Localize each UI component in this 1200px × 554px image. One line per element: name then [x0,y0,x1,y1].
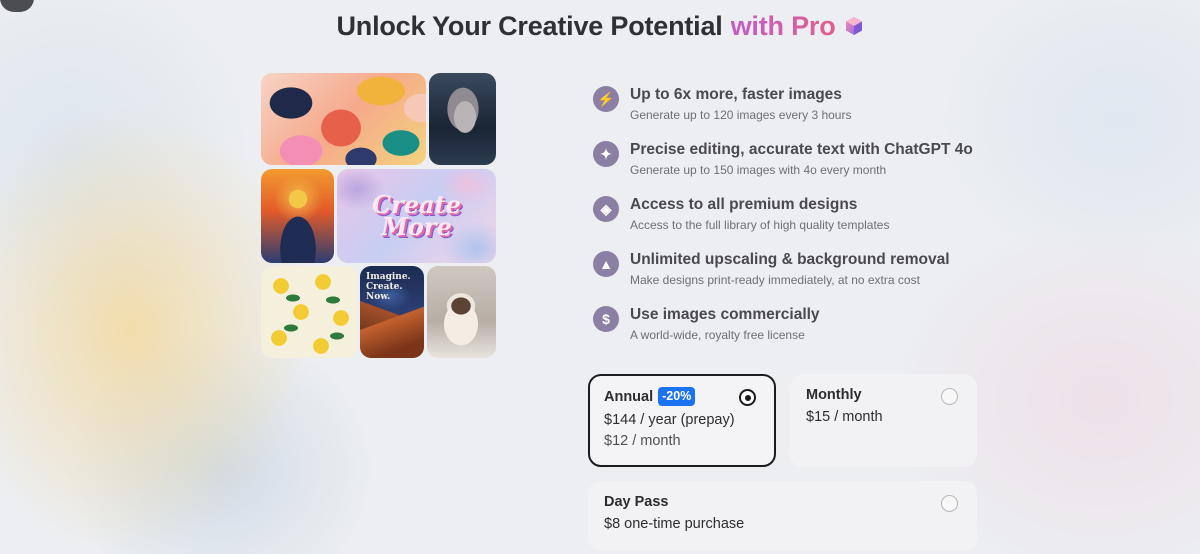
page-title-accent: with Pro [730,10,836,41]
plan-monthly-radio[interactable] [941,388,958,405]
feature-title: Use images commercially [630,306,820,323]
feature-desc: Generate up to 120 images every 3 hours [630,108,852,122]
page-title: Unlock Your Creative Potential with Pro [0,8,1200,44]
dollar-icon: $ [593,306,619,332]
feature-title: Access to all premium designs [630,196,858,213]
feature-title: Unlimited upscaling & background removal [630,251,950,268]
lemon-pattern-image [261,266,357,358]
feature-item: ⚡ Up to 6x more, faster images Generate … [593,85,851,123]
cube-icon: ◈ [593,196,619,222]
showcase-collage: Create More Imagine. Create. Now. [261,73,497,358]
plan-day-pass-price: $8 one-time purchase [604,516,745,532]
poster-text: Imagine. Create. Now. [366,272,411,302]
feature-item: ▲ Unlimited upscaling & background remov… [593,250,950,288]
plan-annual-card[interactable]: Annual -20% $144 / year (prepay) $12 / m… [588,374,776,467]
feature-desc: Access to the full library of high quali… [630,218,890,232]
plan-day-pass-name: Day Pass [604,494,669,510]
feature-item: ✦ Precise editing, accurate text with Ch… [593,140,973,178]
plan-day-pass-radio[interactable] [941,495,958,512]
plan-day-pass-card[interactable]: Day Pass $8 one-time purchase [588,481,977,551]
plan-annual-price: $144 / year (prepay) [604,412,735,428]
discount-badge: -20% [658,387,696,406]
feature-title: Precise editing, accurate text with Chat… [630,141,973,158]
feature-desc: Make designs print-ready immediately, at… [630,273,920,287]
feature-desc: A world-wide, royalty free license [630,328,805,342]
plan-annual-name: Annual [604,388,654,405]
feature-item: ◈ Access to all premium designs Access t… [593,195,889,233]
pro-gem-icon [845,17,862,35]
sunset-figure-image [261,169,334,263]
plan-monthly-price: $15 / month [806,409,883,425]
feature-title: Up to 6x more, faster images [630,86,842,103]
plan-annual-radio[interactable] [739,389,756,406]
portrait-image [429,73,496,165]
imagine-poster-image: Imagine. Create. Now. [360,266,424,358]
create-more-text: Create More [372,190,461,241]
image-icon: ▲ [593,251,619,277]
create-more-image: Create More [337,169,496,263]
page-title-main: Unlock Your Creative Potential [336,10,723,41]
kitten-image [427,266,496,358]
lightning-icon: ⚡ [593,86,619,112]
feature-item: $ Use images commercially A world-wide, … [593,305,820,343]
feature-desc: Generate up to 150 images with 4o every … [630,163,887,177]
plan-annual-monthly-price: $12 / month [604,433,681,449]
abstract-shapes-image [261,73,426,165]
plan-monthly-name: Monthly [806,387,862,403]
sparkle-icon: ✦ [593,141,619,167]
plan-monthly-card[interactable]: Monthly $15 / month [790,374,977,467]
